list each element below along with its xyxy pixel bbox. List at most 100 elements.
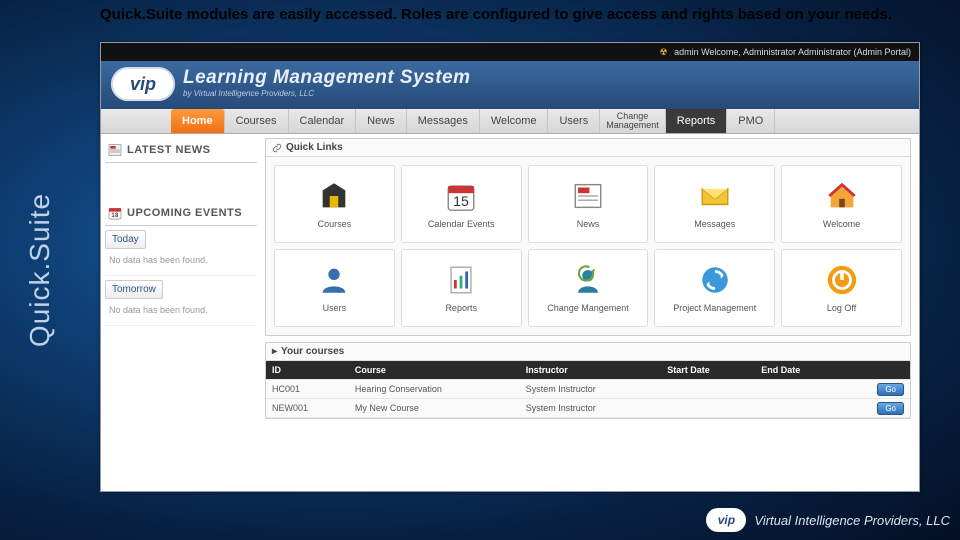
your-courses-panel: ▸ Your courses IDCourseInstructorStart D… (265, 342, 911, 419)
nav-calendar[interactable]: Calendar (289, 109, 357, 133)
nav-change-management[interactable]: ChangeManagement (600, 109, 666, 133)
newspaper-icon (107, 142, 123, 158)
courses-icon (317, 179, 351, 213)
right-column: Quick Links Courses 15 Calendar Events News… (261, 134, 919, 491)
col-start-date: Start Date (661, 361, 755, 380)
nav-reports[interactable]: Reports (666, 109, 728, 133)
upcoming-events-section: 18 UPCOMING EVENTS Today No data has bee… (105, 201, 257, 326)
latest-news-header: LATEST NEWS (105, 138, 257, 163)
cell-id: NEW001 (266, 399, 349, 418)
ql-label: Change Mangement (547, 303, 629, 313)
cell-go: Go (843, 399, 910, 418)
tomorrow-no-data: No data has been found. (105, 299, 257, 326)
nav-pmo[interactable]: PMO (727, 109, 775, 133)
ql-welcome[interactable]: Welcome (781, 165, 902, 243)
messages-icon (698, 179, 732, 213)
col-instructor: Instructor (520, 361, 662, 380)
admin-welcome-text: admin Welcome, Administrator Administrat… (674, 47, 911, 57)
ql-label: Calendar Events (428, 219, 495, 229)
go-button[interactable]: Go (877, 402, 904, 415)
table-row: HC001Hearing ConservationSystem Instruct… (266, 380, 910, 399)
your-courses-table: IDCourseInstructorStart DateEnd Date HC0… (266, 361, 910, 418)
logoff-icon (825, 263, 859, 297)
footer-text: Virtual Intelligence Providers, LLC (754, 513, 950, 528)
quick-links-title: Quick Links (286, 142, 343, 153)
admin-topbar: ☢ admin Welcome, Administrator Administr… (101, 43, 919, 61)
nav-users[interactable]: Users (548, 109, 600, 133)
cell-start (661, 399, 755, 418)
reports-icon (444, 263, 478, 297)
ql-label: News (577, 219, 600, 229)
ql-calendar[interactable]: 15 Calendar Events (401, 165, 522, 243)
ql-news[interactable]: News (528, 165, 649, 243)
ql-messages[interactable]: Messages (654, 165, 775, 243)
project-icon (698, 263, 732, 297)
your-courses-title: Your courses (281, 346, 344, 357)
cell-start (661, 380, 755, 399)
cell-instructor: System Instructor (520, 380, 662, 399)
tomorrow-tab[interactable]: Tomorrow (105, 280, 163, 299)
nav-welcome[interactable]: Welcome (480, 109, 549, 133)
your-courses-header: ▸ Your courses (266, 343, 910, 361)
cell-end (755, 380, 843, 399)
cell-course: Hearing Conservation (349, 380, 520, 399)
news-icon (571, 179, 605, 213)
slide-title: Quick.Suite modules are easily accessed.… (100, 6, 950, 23)
nav-messages[interactable]: Messages (407, 109, 480, 133)
arrow-icon: ▸ (272, 346, 277, 357)
change-icon (571, 263, 605, 297)
go-button[interactable]: Go (877, 383, 904, 396)
vip-logo: vip (111, 67, 175, 101)
quick-links-header: Quick Links (266, 139, 910, 157)
upcoming-events-header: 18 UPCOMING EVENTS (105, 201, 257, 226)
today-tab[interactable]: Today (105, 230, 146, 249)
link-icon (272, 143, 282, 153)
svg-text:18: 18 (111, 213, 119, 219)
radiation-icon: ☢ (659, 47, 667, 57)
cell-course: My New Course (349, 399, 520, 418)
quick-links-grid: Courses 15 Calendar Events News Messages Welc… (266, 157, 910, 335)
quick-links-panel: Quick Links Courses 15 Calendar Events News… (265, 138, 911, 336)
ql-users[interactable]: Users (274, 249, 395, 327)
users-icon (317, 263, 351, 297)
ql-courses[interactable]: Courses (274, 165, 395, 243)
col-id: ID (266, 361, 349, 380)
ql-label: Welcome (823, 219, 860, 229)
col-course: Course (349, 361, 520, 380)
app-window: ☢ admin Welcome, Administrator Administr… (100, 42, 920, 492)
ql-change[interactable]: Change Mangement (528, 249, 649, 327)
cell-end (755, 399, 843, 418)
col-end-date: End Date (755, 361, 843, 380)
cell-id: HC001 (266, 380, 349, 399)
ql-reports[interactable]: Reports (401, 249, 522, 327)
app-body: LATEST NEWS 18 UPCOMING EVENTS Today No … (101, 134, 919, 491)
ql-label: Users (323, 303, 347, 313)
sidebar-label: Quick.Suite (24, 193, 56, 347)
nav-news[interactable]: News (356, 109, 407, 133)
ql-label: Reports (445, 303, 477, 313)
brand-subtitle: by Virtual Intelligence Providers, LLC (183, 89, 314, 98)
col-go (843, 361, 910, 380)
calendar-ring-icon: 18 (107, 205, 123, 221)
upcoming-events-label: UPCOMING EVENTS (127, 207, 242, 219)
nav-courses[interactable]: Courses (225, 109, 289, 133)
brand-title: Learning Management System (183, 67, 471, 89)
ql-label: Courses (318, 219, 352, 229)
ql-label: Project Management (673, 303, 756, 313)
cell-instructor: System Instructor (520, 399, 662, 418)
latest-news-label: LATEST NEWS (127, 144, 211, 156)
ql-logoff[interactable]: Log Off (781, 249, 902, 327)
ql-label: Messages (694, 219, 735, 229)
svg-text:15: 15 (453, 194, 469, 210)
table-header-row: IDCourseInstructorStart DateEnd Date (266, 361, 910, 380)
ql-project[interactable]: Project Management (654, 249, 775, 327)
ql-label: Log Off (827, 303, 856, 313)
table-row: NEW001My New CourseSystem Instructor Go (266, 399, 910, 418)
brand-row: vip Learning Management System by Virtua… (101, 61, 919, 109)
welcome-icon (825, 179, 859, 213)
left-column: LATEST NEWS 18 UPCOMING EVENTS Today No … (101, 134, 261, 491)
cell-go: Go (843, 380, 910, 399)
calendar-icon: 15 (444, 179, 478, 213)
today-no-data: No data has been found. (105, 249, 257, 276)
nav-home[interactable]: Home (171, 109, 225, 133)
